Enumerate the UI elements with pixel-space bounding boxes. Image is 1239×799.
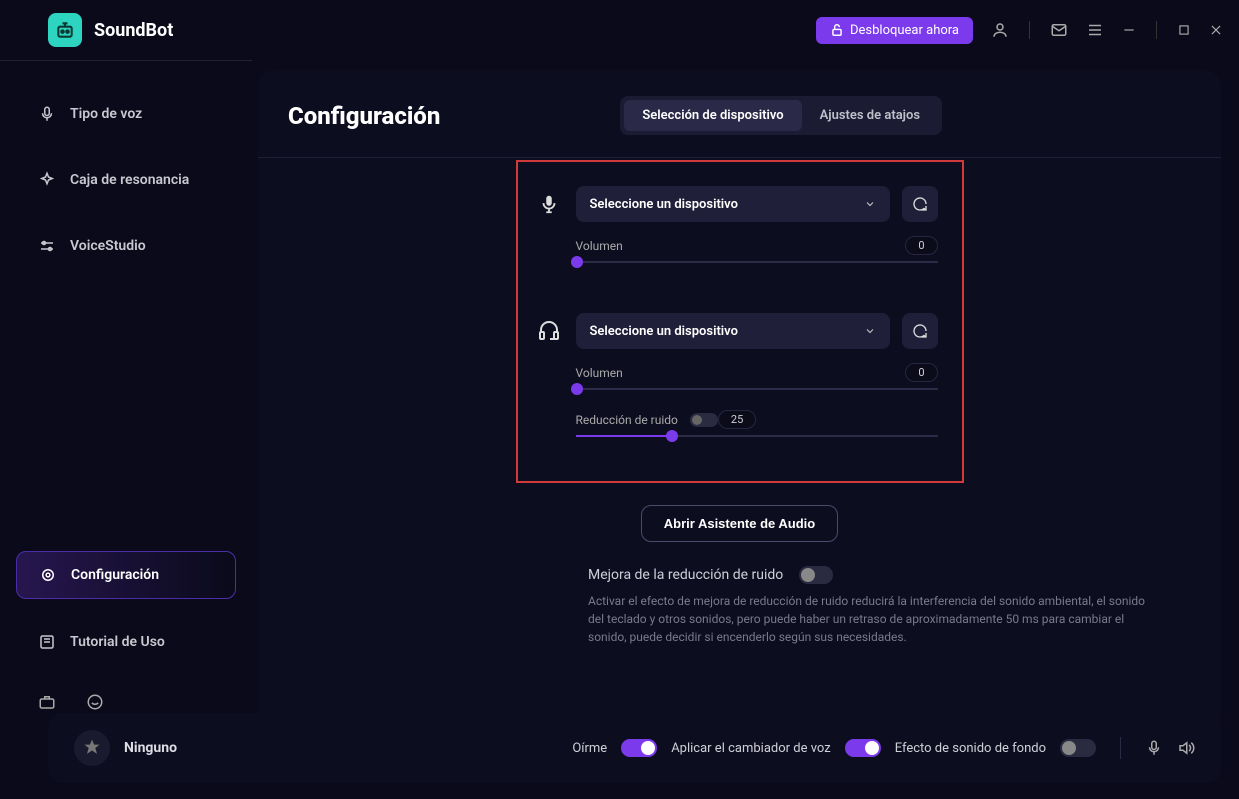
sidebar: Tipo de voz Caja de resonancia VoiceStud… [0, 60, 252, 729]
nr-enhance-title: Mejora de la reducción de ruido [588, 567, 783, 583]
bg-effect-toggle[interactable] [1060, 739, 1096, 757]
mic-volume-slider[interactable] [576, 261, 938, 263]
headset-device-select[interactable]: Seleccione un dispositivo [576, 313, 890, 349]
refresh-icon [912, 196, 928, 212]
tab-device-selection[interactable]: Selección de dispositivo [624, 100, 801, 131]
sidebar-item-voice-type[interactable]: Tipo de voz [0, 91, 252, 137]
sidebar-item-voicestudio[interactable]: VoiceStudio [0, 223, 252, 269]
lock-icon [830, 23, 844, 37]
account-icon[interactable] [991, 21, 1009, 39]
nr-enhance-toggle[interactable] [799, 566, 833, 584]
mic-volume-value: 0 [905, 236, 937, 255]
content-panel: Configuración Selección de dispositivo A… [258, 70, 1221, 729]
noise-reduction-value: 25 [718, 410, 756, 429]
bottombar: Ninguno Oírme Aplicar el cambiador de vo… [48, 713, 1221, 783]
sidebar-item-label: VoiceStudio [70, 238, 146, 254]
tab-group: Selección de dispositivo Ajustes de ataj… [620, 96, 942, 135]
close-icon[interactable] [1209, 23, 1223, 37]
headset-volume-value: 0 [905, 363, 937, 382]
headset-refresh-button[interactable] [902, 313, 938, 349]
tab-shortcuts[interactable]: Ajustes de atajos [802, 100, 938, 131]
microphone-icon[interactable] [1145, 739, 1163, 757]
sidebar-item-label: Caja de resonancia [70, 172, 189, 188]
chat-support-icon[interactable] [86, 693, 104, 711]
apply-changer-label: Aplicar el cambiador de voz [671, 741, 831, 756]
sidebar-item-soundboard[interactable]: Caja de resonancia [0, 157, 252, 203]
sidebar-item-tutorial[interactable]: Tutorial de Uso [0, 619, 252, 665]
mic-refresh-button[interactable] [902, 186, 938, 222]
unlock-label: Desbloquear ahora [850, 23, 959, 38]
chevron-down-icon [864, 198, 876, 210]
microphone-icon [534, 193, 564, 215]
mic-volume-label: Volumen [576, 239, 623, 253]
minimize-icon[interactable] [1122, 23, 1136, 37]
toolbox-icon[interactable] [38, 693, 56, 711]
headset-icon [534, 319, 564, 343]
gear-icon [39, 566, 57, 584]
hear-myself-toggle[interactable] [621, 739, 657, 757]
hear-myself-label: Oírme [572, 741, 607, 756]
sparkle-icon [38, 171, 56, 189]
open-audio-assistant-button[interactable]: Abrir Asistente de Audio [641, 505, 838, 542]
bg-effect-label: Efecto de sonido de fondo [895, 741, 1046, 756]
noise-reduction-slider[interactable] [576, 435, 938, 437]
headset-select-label: Seleccione un dispositivo [590, 324, 738, 339]
headset-volume-label: Volumen [576, 366, 623, 380]
unlock-button[interactable]: Desbloquear ahora [816, 17, 973, 44]
voice-avatar[interactable] [74, 730, 110, 766]
book-icon [38, 633, 56, 651]
microphone-icon [38, 105, 56, 123]
sliders-icon [38, 237, 56, 255]
maximize-icon[interactable] [1177, 23, 1191, 37]
nr-enhance-description: Activar el efecto de mejora de reducción… [588, 592, 1148, 646]
mic-device-select[interactable]: Seleccione un dispositivo [576, 186, 890, 222]
app-logo [48, 13, 82, 47]
sidebar-item-label: Configuración [71, 567, 159, 583]
sidebar-item-label: Tipo de voz [70, 106, 142, 122]
apply-changer-toggle[interactable] [845, 739, 881, 757]
menu-icon[interactable] [1086, 21, 1104, 39]
chevron-down-icon [864, 325, 876, 337]
headset-volume-slider[interactable] [576, 388, 938, 390]
mail-icon[interactable] [1050, 21, 1068, 39]
refresh-icon [912, 323, 928, 339]
app-name: SoundBot [94, 20, 173, 41]
titlebar: SoundBot Desbloquear ahora [0, 0, 1239, 60]
speaker-icon[interactable] [1177, 739, 1195, 757]
noise-reduction-label: Reducción de ruido [576, 413, 678, 427]
current-voice-name: Ninguno [124, 740, 177, 756]
noise-reduction-toggle[interactable] [690, 413, 718, 427]
mic-select-label: Seleccione un dispositivo [590, 197, 738, 212]
page-title: Configuración [288, 102, 440, 130]
device-highlight-box: Seleccione un dispositivo Volumen 0 [516, 160, 964, 483]
sidebar-item-label: Tutorial de Uso [70, 634, 165, 650]
sidebar-item-settings[interactable]: Configuración [16, 551, 236, 599]
